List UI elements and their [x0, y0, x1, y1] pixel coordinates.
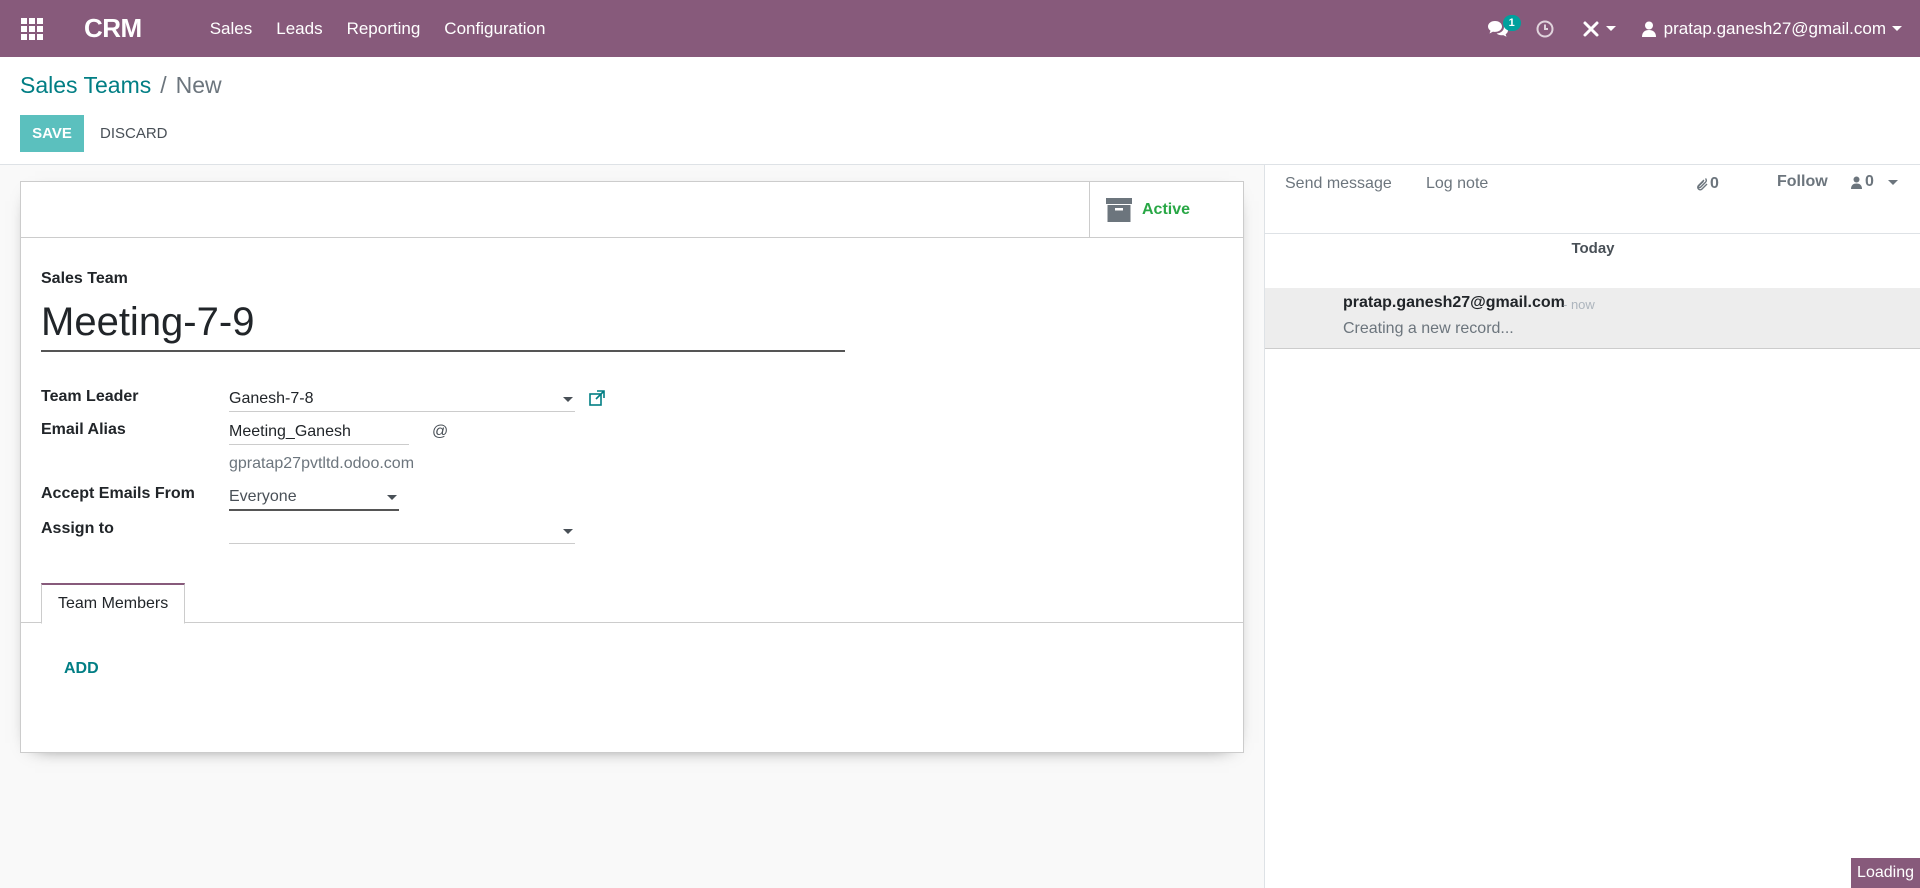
breadcrumb-current: New — [175, 72, 222, 98]
chatter-message: pratap.ganesh27@gmail.com - now Creating… — [1265, 288, 1920, 349]
message-date: - now — [1563, 297, 1595, 312]
assign-to-label: Assign to — [41, 520, 114, 537]
messaging-menu[interactable]: 1 — [1474, 0, 1522, 57]
menu-sales[interactable]: Sales — [198, 0, 265, 57]
today-separator: Today — [1265, 240, 1920, 257]
menu-reporting[interactable]: Reporting — [335, 0, 433, 57]
follow-button[interactable]: Follow — [1777, 173, 1828, 191]
chevron-down-icon — [1892, 26, 1902, 31]
loading-indicator: Loading — [1851, 858, 1920, 888]
paperclip-icon — [1697, 177, 1708, 190]
control-panel: Sales Teams / New SAVE DISCARD — [0, 57, 1920, 165]
chevron-down-icon — [563, 397, 573, 402]
active-label: Active — [1142, 200, 1191, 218]
team-leader-select[interactable]: Ganesh-7-8 — [229, 388, 575, 412]
email-at-sign: @ — [432, 423, 449, 440]
breadcrumb-sales-teams[interactable]: Sales Teams — [20, 72, 151, 99]
chevron-down-icon — [387, 495, 397, 500]
accept-emails-value: Everyone — [229, 488, 297, 505]
clock-icon — [1536, 20, 1554, 37]
notebook-tabs: Team Members — [21, 583, 1243, 624]
messages-badge: 1 — [1502, 15, 1521, 31]
form-sheet: Active Sales Team Meeting-7-9 Team Leade… — [20, 181, 1244, 753]
external-link-icon[interactable] — [589, 390, 605, 406]
breadcrumb-separator: / — [160, 72, 167, 98]
followers-button[interactable]: 0 — [1851, 173, 1898, 191]
chevron-down-icon — [1887, 179, 1898, 185]
team-leader-label: Team Leader — [41, 388, 139, 405]
add-member-link[interactable]: ADD — [64, 660, 99, 678]
breadcrumb: Sales Teams / New — [20, 72, 222, 99]
sales-team-label: Sales Team — [41, 270, 128, 287]
chevron-down-icon — [563, 529, 573, 534]
email-alias-label: Email Alias — [41, 421, 126, 438]
app-brand[interactable]: CRM — [84, 13, 142, 44]
attachments-count: 0 — [1710, 175, 1719, 192]
message-body: Creating a new record... — [1343, 320, 1514, 337]
debug-menu[interactable] — [1568, 0, 1630, 57]
chatter: Send message Log note 0 Follow 0 Today p… — [1264, 165, 1920, 888]
assign-to-select[interactable] — [229, 520, 575, 544]
accept-emails-label: Accept Emails From — [41, 485, 195, 502]
sales-team-name-input[interactable]: Meeting-7-9 — [41, 296, 845, 352]
user-icon — [1851, 176, 1862, 189]
log-note-button[interactable]: Log note — [1426, 175, 1488, 193]
user-name: pratap.ganesh27@gmail.com — [1663, 18, 1886, 38]
tools-icon — [1583, 21, 1599, 36]
user-menu[interactable]: pratap.ganesh27@gmail.com — [1630, 0, 1920, 57]
chevron-down-icon — [1605, 26, 1616, 31]
send-message-button[interactable]: Send message — [1285, 175, 1392, 193]
today-label: Today — [1561, 240, 1625, 257]
today-divider — [1265, 233, 1920, 234]
chatter-topbar: Send message Log note 0 Follow 0 — [1265, 165, 1920, 205]
archive-icon — [1106, 197, 1132, 222]
save-button[interactable]: SAVE — [20, 115, 84, 152]
tab-team-members[interactable]: Team Members — [41, 583, 186, 624]
followers-count: 0 — [1865, 173, 1874, 190]
menu-configuration[interactable]: Configuration — [432, 0, 557, 57]
accept-emails-select[interactable]: Everyone — [229, 486, 399, 511]
activity-menu[interactable] — [1522, 0, 1568, 57]
attachments-button[interactable]: 0 — [1695, 175, 1719, 193]
email-domain: gpratap27pvtltd.odoo.com — [229, 455, 415, 472]
team-leader-value: Ganesh-7-8 — [229, 390, 314, 407]
apps-menu-icon[interactable] — [0, 0, 64, 57]
menu-leads[interactable]: Leads — [264, 0, 334, 57]
user-icon — [1641, 21, 1656, 37]
top-navbar: CRM Sales Leads Reporting Configuration … — [0, 0, 1920, 57]
email-alias-input[interactable]: Meeting_Ganesh — [229, 421, 409, 445]
active-toggle-button[interactable]: Active — [1089, 182, 1243, 237]
message-author[interactable]: pratap.ganesh27@gmail.com — [1343, 294, 1565, 312]
form-area: Active Sales Team Meeting-7-9 Team Leade… — [0, 165, 1264, 888]
button-box: Active — [21, 182, 1243, 238]
discard-button[interactable]: DISCARD — [92, 115, 176, 152]
